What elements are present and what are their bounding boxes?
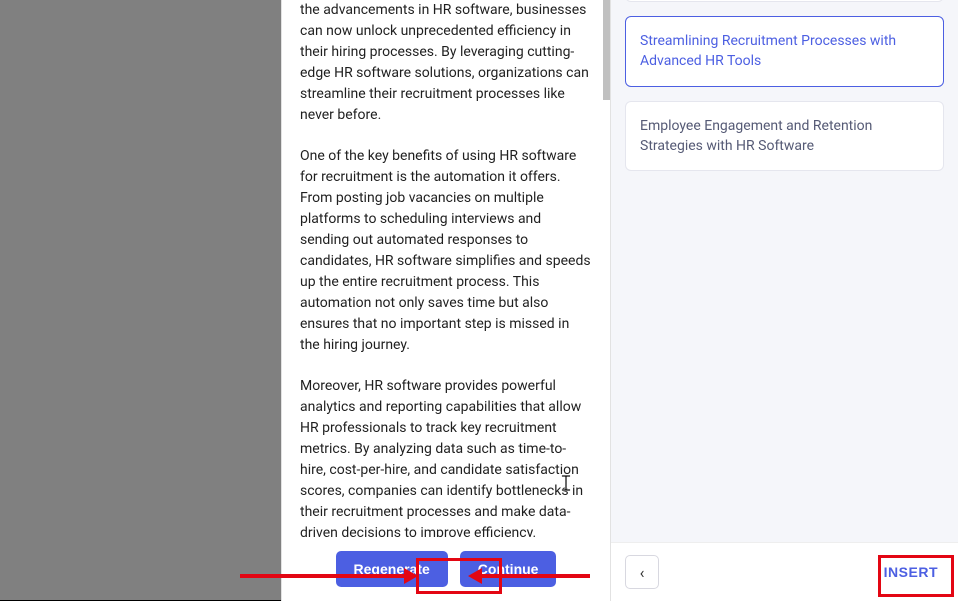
suggestion-list: Streamlining Recruitment Processes with … — [611, 0, 958, 542]
content-paragraph: the advancements in HR software, busines… — [300, 0, 592, 126]
back-button[interactable]: ‹ — [625, 555, 659, 589]
content-panel: the advancements in HR software, busines… — [281, 0, 610, 601]
left-sidebar — [0, 0, 281, 601]
suggestion-card[interactable] — [625, 0, 944, 2]
insert-button[interactable]: INSERT — [878, 556, 944, 588]
chevron-left-icon: ‹ — [640, 563, 645, 582]
suggestions-panel: Streamlining Recruitment Processes with … — [610, 0, 958, 601]
right-footer-bar: ‹ INSERT — [611, 542, 958, 601]
content-paragraph: One of the key benefits of using HR soft… — [300, 146, 592, 356]
generated-text-area[interactable]: the advancements in HR software, busines… — [282, 0, 610, 537]
continue-button[interactable]: Continue — [460, 551, 557, 587]
suggestion-card[interactable]: Employee Engagement and Retention Strate… — [625, 101, 944, 172]
suggestion-card-selected[interactable]: Streamlining Recruitment Processes with … — [625, 16, 944, 87]
action-button-bar: Regenerate Continue — [282, 537, 610, 601]
regenerate-button[interactable]: Regenerate — [336, 551, 448, 587]
scrollbar-thumb[interactable] — [603, 0, 610, 100]
content-paragraph: Moreover, HR software provides powerful … — [300, 376, 592, 537]
suggestion-text: Employee Engagement and Retention Strate… — [640, 118, 872, 154]
content-scrollbar[interactable] — [602, 0, 610, 537]
suggestion-text: Streamlining Recruitment Processes with … — [640, 33, 896, 69]
